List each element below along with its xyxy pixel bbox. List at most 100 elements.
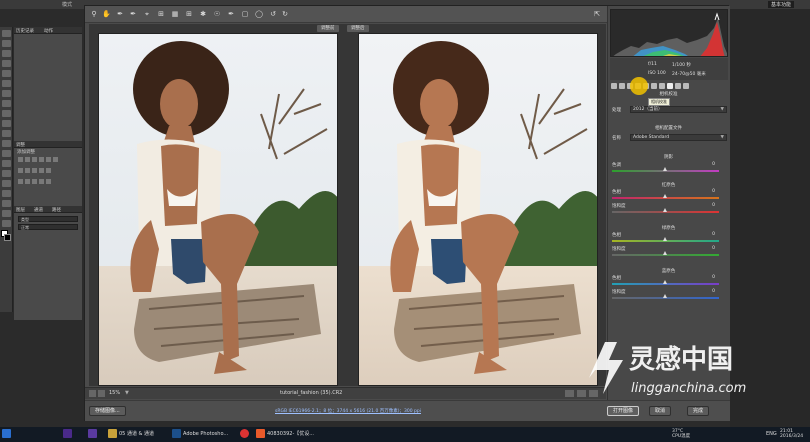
color-lookup-icon[interactable] <box>46 168 51 173</box>
camera-calibration-icon[interactable] <box>667 83 673 89</box>
color-sampler-icon[interactable]: ✒ <box>129 10 137 18</box>
slider-thumb[interactable] <box>663 208 667 212</box>
straighten-icon[interactable]: ▦ <box>171 10 179 18</box>
marquee-tool-icon[interactable] <box>2 40 11 47</box>
blue-hue-slider[interactable]: 色相 0 <box>608 275 729 289</box>
red-saturation-slider[interactable]: 饱和度 0 <box>608 203 729 217</box>
pen-tool-icon[interactable] <box>2 170 11 177</box>
zoom-tool-icon[interactable] <box>2 220 11 227</box>
curves-adjust-icon[interactable] <box>32 157 37 162</box>
tab-actions[interactable]: 动作 <box>44 28 53 34</box>
hue-adjust-icon[interactable] <box>53 157 58 162</box>
lasso-tool-icon[interactable] <box>2 50 11 57</box>
red-eye-icon[interactable]: ☉ <box>213 10 221 18</box>
radial-filter-icon[interactable]: ◯ <box>255 10 263 18</box>
before-photo[interactable] <box>98 33 338 386</box>
channel-mixer-icon[interactable] <box>39 168 44 173</box>
swap-view-icon[interactable] <box>577 390 586 397</box>
basic-panel-icon[interactable] <box>611 83 617 89</box>
brightness-adjust-icon[interactable] <box>18 157 23 162</box>
done-button[interactable]: 完成 <box>687 406 710 416</box>
taskbar-item-browser[interactable]: 40830392-【优设... <box>256 429 314 440</box>
presets-icon[interactable] <box>675 83 681 89</box>
dodge-tool-icon[interactable] <box>2 160 11 167</box>
selective-color-icon[interactable] <box>46 179 51 184</box>
taskbar-item-photoshop[interactable]: Adobe Photosho... <box>172 429 228 440</box>
open-image-button[interactable]: 打开图像 <box>607 406 640 416</box>
white-balance-icon[interactable]: ✒ <box>116 10 124 18</box>
spot-removal-icon[interactable]: ✱ <box>199 10 207 18</box>
green-saturation-slider[interactable]: 饱和度 0 <box>608 246 729 260</box>
tone-curve-icon[interactable] <box>619 83 625 89</box>
cancel-button[interactable]: 取消 <box>649 406 672 416</box>
fullscreen-icon[interactable]: ⇱ <box>593 10 601 18</box>
tab-channels[interactable]: 通道 <box>34 207 43 213</box>
zoom-out-icon[interactable] <box>89 390 96 397</box>
healing-tool-icon[interactable] <box>2 90 11 97</box>
hand-icon[interactable]: ✋ <box>102 10 111 18</box>
slider-thumb[interactable] <box>663 167 667 171</box>
slider-value[interactable]: 0 <box>712 162 715 167</box>
compare-view-icon[interactable] <box>565 390 574 397</box>
zoom-dropdown-icon[interactable]: ▼ <box>125 390 129 396</box>
hand-tool-icon[interactable] <box>2 210 11 217</box>
shadow-tint-slider[interactable]: 色调 0 <box>608 162 729 176</box>
save-image-button[interactable]: 存储图像... <box>89 406 126 416</box>
invert-icon[interactable] <box>18 179 23 184</box>
posterize-icon[interactable] <box>25 179 30 184</box>
blue-saturation-slider[interactable]: 饱和度 0 <box>608 289 729 303</box>
clock[interactable]: 21:01 2016/3/24 <box>780 429 803 440</box>
blur-tool-icon[interactable] <box>2 150 11 157</box>
slider-value[interactable]: 0 <box>712 189 715 194</box>
slider-thumb[interactable] <box>663 280 667 284</box>
vs-taskbar-icon[interactable] <box>88 429 99 440</box>
quick-select-tool-icon[interactable] <box>2 60 11 67</box>
slider-value[interactable]: 0 <box>712 289 715 294</box>
eraser-tool-icon[interactable] <box>2 130 11 137</box>
copy-settings-icon[interactable] <box>589 390 598 397</box>
taskbar-item-folder[interactable]: 05 通道 & 通道 <box>108 429 154 440</box>
browser-taskbar-icon[interactable] <box>240 429 251 440</box>
crop-icon[interactable]: ⊞ <box>157 10 165 18</box>
stamp-tool-icon[interactable] <box>2 110 11 117</box>
after-photo[interactable] <box>358 33 598 386</box>
vibrance-adjust-icon[interactable] <box>46 157 51 162</box>
workspace-switcher[interactable]: 基本功能 <box>768 1 795 8</box>
zoom-icon[interactable]: ⚲ <box>90 10 98 18</box>
lens-corrections-icon[interactable] <box>651 83 657 89</box>
eyedropper-tool-icon[interactable] <box>2 80 11 87</box>
brush-tool-icon[interactable] <box>2 100 11 107</box>
graduated-filter-icon[interactable]: ▢ <box>241 10 249 18</box>
rotate-right-icon[interactable]: ↻ <box>281 10 289 18</box>
exposure-adjust-icon[interactable] <box>39 157 44 162</box>
red-hue-slider[interactable]: 色相 0 <box>608 189 729 203</box>
zoom-level[interactable]: 15% <box>109 390 120 396</box>
ae-taskbar-icon[interactable] <box>63 429 74 440</box>
threshold-icon[interactable] <box>32 179 37 184</box>
blend-mode-select[interactable]: 正常 <box>18 224 78 230</box>
snapshots-icon[interactable] <box>683 83 689 89</box>
levels-adjust-icon[interactable] <box>25 157 30 162</box>
green-hue-slider[interactable]: 色相 0 <box>608 232 729 246</box>
move-tool-icon[interactable] <box>2 30 11 37</box>
path-select-tool-icon[interactable] <box>2 190 11 197</box>
input-language[interactable]: ENG <box>766 429 777 440</box>
effects-icon[interactable] <box>659 83 665 89</box>
shape-tool-icon[interactable] <box>2 200 11 207</box>
slider-value[interactable]: 0 <box>712 203 715 208</box>
slider-thumb[interactable] <box>663 237 667 241</box>
color-swatches[interactable] <box>1 230 12 242</box>
gradient-map-icon[interactable] <box>39 179 44 184</box>
transform-icon[interactable]: ⊞ <box>185 10 193 18</box>
start-button[interactable] <box>2 429 13 440</box>
slider-value[interactable]: 0 <box>712 232 715 237</box>
tab-layers[interactable]: 图层 <box>16 207 25 213</box>
bw-adjust-icon[interactable] <box>25 168 30 173</box>
slider-thumb[interactable] <box>663 194 667 198</box>
rotate-left-icon[interactable]: ↺ <box>269 10 277 18</box>
workflow-options-link[interactable]: sRGB IEC61966-2.1；8 位；3744 x 5616 (21.0 … <box>275 408 421 414</box>
type-tool-icon[interactable] <box>2 180 11 187</box>
slider-value[interactable]: 0 <box>712 246 715 251</box>
color-balance-icon[interactable] <box>18 168 23 173</box>
process-select[interactable]: 2012（当前） ▼ <box>630 106 727 113</box>
